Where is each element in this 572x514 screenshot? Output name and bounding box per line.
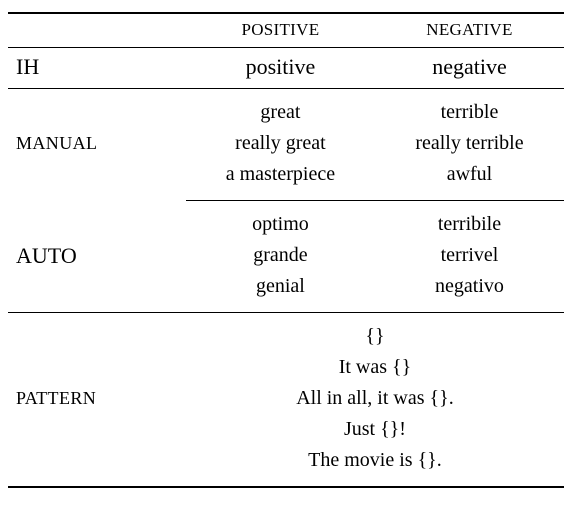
pattern-item-0: {} [186,321,564,352]
row-ih-label-cell: IH [8,48,186,89]
auto-negative-0: terribile [375,209,564,240]
row-manual-label-cell: MANUAL [8,89,186,201]
row-ih-negative: negative [375,48,564,89]
auto-positive-1: grande [186,240,375,271]
manual-positive-0: great [186,97,375,128]
manual-negative-0: terrible [375,97,564,128]
manual-positive-2: a masterpiece [186,159,375,190]
row-manual-positive: great really great a masterpiece [186,89,375,201]
row-manual: MANUAL great really great a masterpiece … [8,89,564,201]
pattern-item-1: It was {} [186,352,564,383]
comparison-table: POSITIVE NEGATIVE IH positive negative M… [8,12,564,488]
header-blank [8,13,186,48]
pattern-item-3: Just {}! [186,414,564,445]
auto-negative-1: terrivel [375,240,564,271]
header-row: POSITIVE NEGATIVE [8,13,564,48]
manual-negative-2: awful [375,159,564,190]
row-pattern-label: PATTERN [16,388,96,408]
row-ih: IH positive negative [8,48,564,89]
pattern-item-4: The movie is {}. [186,445,564,476]
row-ih-positive: positive [186,48,375,89]
manual-positive-1: really great [186,128,375,159]
row-ih-label: IH [16,54,39,79]
auto-negative-2: negativo [375,271,564,302]
auto-positive-0: optimo [186,209,375,240]
row-auto-negative: terribile terrivel negativo [375,201,564,313]
row-auto: AUTO optimo grande genial terribile terr… [8,201,564,313]
pattern-item-2: All in all, it was {}. [186,383,564,414]
auto-positive-2: genial [186,271,375,302]
row-pattern-label-cell: PATTERN [8,313,186,488]
row-pattern: PATTERN {} It was {} All in all, it was … [8,313,564,488]
row-auto-label-cell: AUTO [8,201,186,313]
row-manual-negative: terrible really terrible awful [375,89,564,201]
header-negative-label: NEGATIVE [426,20,512,39]
row-auto-positive: optimo grande genial [186,201,375,313]
header-positive: POSITIVE [186,13,375,48]
row-manual-label: MANUAL [16,133,97,153]
header-negative: NEGATIVE [375,13,564,48]
row-auto-label: AUTO [16,243,77,268]
row-pattern-items: {} It was {} All in all, it was {}. Just… [186,313,564,488]
header-positive-label: POSITIVE [241,20,319,39]
manual-negative-1: really terrible [375,128,564,159]
